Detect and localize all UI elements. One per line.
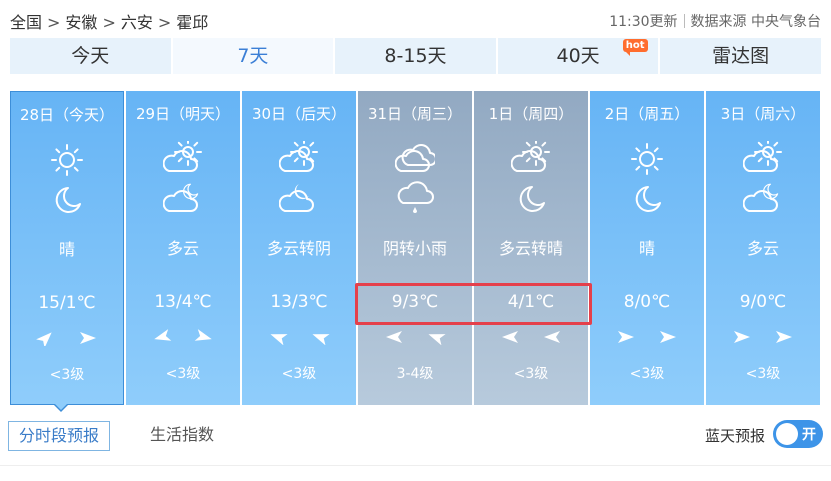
- bottom-divider: [0, 465, 831, 466]
- wind-arrow-icon: [193, 329, 215, 349]
- data-source: 数据来源 中央气象台: [690, 14, 821, 30]
- cloudy-night-icon: [126, 181, 240, 217]
- weather-description: 晴: [58, 240, 75, 259]
- light-rain-icon: [358, 181, 472, 217]
- tab-40-days[interactable]: 40天 hot: [497, 38, 659, 74]
- wind-arrow-icon: [267, 330, 289, 349]
- day-date: 31日（周三）: [367, 105, 463, 123]
- wind-level: <3级: [165, 366, 201, 382]
- wind-arrow-icon: [731, 330, 753, 349]
- wind-arrow-icon: [773, 330, 795, 349]
- day-column[interactable]: 29日（明天） 多云 13/4℃ <3级: [126, 91, 240, 405]
- temperature-range: 8/0℃: [623, 292, 671, 312]
- day-column[interactable]: 28日（今天） 晴 15/1℃ <3级: [10, 91, 124, 405]
- day-date: 28日（今天）: [19, 106, 115, 124]
- breadcrumb-item-city[interactable]: 六安: [121, 13, 153, 32]
- weather-description: 多云转阴: [266, 239, 331, 258]
- wind-arrow-icon: [657, 330, 679, 349]
- partly-cloudy-night-icon: [242, 181, 356, 217]
- blue-sky-toggle[interactable]: 开: [773, 420, 823, 448]
- top-bar: 全国 > 安徽 > 六安 > 霍邱 11:30更新 数据来源 中央气象台: [0, 0, 831, 38]
- day-column[interactable]: 1日（周四） 多云转晴 4/1℃ <3级: [474, 91, 588, 405]
- wind-direction: [706, 329, 820, 349]
- update-time: 11:30更新: [609, 14, 678, 30]
- day-date: 3日（周六）: [720, 105, 806, 123]
- weather-description: 多云转晴: [498, 239, 563, 258]
- blue-sky-label: 蓝天预报: [704, 427, 765, 445]
- weather-description: 多云: [746, 239, 779, 258]
- wind-arrow-icon: [615, 330, 637, 349]
- breadcrumb-item-country[interactable]: 全国: [10, 13, 42, 32]
- wind-arrow-icon: [35, 331, 57, 350]
- toggle-label: 开: [802, 427, 816, 443]
- toggle-knob: [776, 423, 798, 445]
- temperature-range: 13/4℃: [154, 292, 212, 312]
- moon-icon: [590, 181, 704, 217]
- moon-icon: [474, 181, 588, 217]
- breadcrumb-separator: >: [47, 13, 61, 32]
- wind-level: 3-4级: [396, 366, 434, 382]
- today-pointer: [53, 403, 69, 412]
- moon-icon: [11, 182, 123, 218]
- overcast-icon: [358, 141, 472, 177]
- temperature-range: 13/3℃: [270, 292, 328, 312]
- wind-direction: [126, 329, 240, 349]
- day-column[interactable]: 30日（后天） 多云转阴 13/3℃ <3级: [242, 91, 356, 405]
- breadcrumb-separator: >: [157, 13, 172, 32]
- partly-cloudy-icon: [706, 138, 820, 177]
- sun-icon: [590, 141, 704, 177]
- tab-life-index[interactable]: 生活指数: [140, 421, 224, 451]
- breadcrumb-separator: >: [102, 13, 116, 32]
- wind-direction: [242, 329, 356, 349]
- day-date: 2日（周五）: [604, 105, 690, 123]
- wind-arrow-icon: [499, 330, 521, 349]
- weather-description: 阴转小雨: [382, 239, 447, 258]
- wind-level: <3级: [745, 366, 781, 382]
- tab-7-days[interactable]: 7天: [172, 38, 334, 74]
- day-column[interactable]: 2日（周五） 晴 8/0℃ <3级: [590, 91, 704, 405]
- seven-day-forecast: 28日（今天） 晴 15/1℃ <3级 29日（明天） 多云 13/4℃ <3级…: [10, 91, 821, 405]
- wind-level: <3级: [629, 366, 665, 382]
- breadcrumb-item-county: 霍邱: [176, 13, 209, 32]
- wind-direction: [11, 330, 123, 350]
- temperature-range: 9/0℃: [739, 292, 787, 312]
- tab-8-15-days[interactable]: 8-15天: [335, 38, 496, 74]
- tab-today[interactable]: 今天: [10, 38, 171, 74]
- wind-arrow-icon: [425, 330, 447, 349]
- breadcrumb-item-province[interactable]: 安徽: [65, 13, 97, 32]
- wind-arrow-icon: [383, 330, 405, 349]
- wind-arrow-icon: [309, 330, 331, 349]
- breadcrumb: 全国 > 安徽 > 六安 > 霍邱: [10, 9, 210, 33]
- partly-cloudy-icon: [474, 138, 588, 177]
- partly-cloudy-icon: [126, 138, 240, 177]
- wind-level: <3级: [513, 366, 549, 382]
- day-column[interactable]: 31日（周三） 阴转小雨 9/3℃ 3-4级: [358, 91, 472, 405]
- weather-description: 晴: [638, 239, 655, 258]
- temperature-range: 15/1℃: [38, 293, 96, 313]
- cloudy-night-icon: [706, 181, 820, 217]
- tab-hourly-forecast[interactable]: 分时段预报: [8, 421, 111, 451]
- weather-description: 多云: [166, 239, 199, 258]
- wind-arrow-icon: [151, 329, 173, 349]
- wind-level: <3级: [49, 367, 85, 383]
- highlight-box: [355, 283, 592, 325]
- update-meta: 11:30更新 数据来源 中央气象台: [609, 11, 821, 31]
- wind-direction: [590, 329, 704, 349]
- wind-direction: [358, 329, 472, 349]
- wind-level: <3级: [281, 366, 317, 382]
- day-column[interactable]: 3日（周六） 多云 9/0℃ <3级: [706, 91, 820, 405]
- sun-icon: [11, 142, 123, 178]
- forecast-tabs: 今天 7天 8-15天 40天 hot 雷达图: [10, 38, 821, 74]
- tab-radar[interactable]: 雷达图: [660, 38, 821, 74]
- day-date: 1日（周四）: [488, 105, 574, 123]
- hot-badge: hot: [622, 39, 648, 56]
- wind-direction: [474, 329, 588, 349]
- day-date: 29日（明天）: [135, 105, 231, 123]
- day-date: 30日（后天）: [251, 105, 347, 123]
- wind-arrow-icon: [541, 330, 563, 349]
- partly-cloudy-icon: [242, 138, 356, 177]
- meta-divider: [683, 14, 685, 28]
- tab-40-days-label: 40天: [556, 45, 600, 67]
- wind-arrow-icon: [77, 331, 99, 350]
